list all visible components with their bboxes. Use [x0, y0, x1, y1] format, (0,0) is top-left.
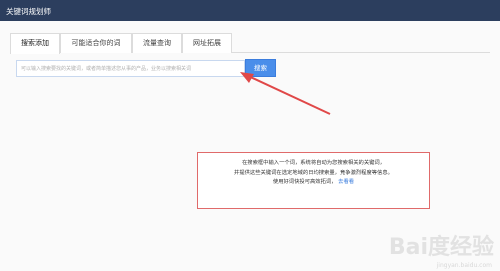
- watermark-text: Bai度经验: [388, 235, 494, 260]
- tab-suggested-words[interactable]: 可能适合你的词: [60, 33, 132, 53]
- see-more-link[interactable]: 去看看: [338, 179, 354, 185]
- tip-line-3: 使用好词快投可高效拓词， 去看看: [198, 178, 429, 188]
- keyword-search-input[interactable]: [16, 60, 245, 77]
- baidu-jingyan-watermark: Bai度经验 jingyan.baidu.com: [388, 229, 494, 269]
- tip-line-1: 在搜索框中输入一个词，系统将自动为您搜索相关的关键词，: [241, 160, 386, 166]
- tab-bar: 搜索添加 可能适合你的词 流量查询 网址拓展: [10, 33, 490, 54]
- tip-box: 在搜索框中输入一个词，系统将自动为您搜索相关的关键词， 并提供这些关键词在选定地…: [197, 152, 430, 209]
- tab-search-add[interactable]: 搜索添加: [10, 33, 60, 54]
- tip-line-3-text: 使用好词快投可高效拓词，: [272, 179, 337, 185]
- search-button[interactable]: 搜索: [245, 59, 276, 77]
- watermark-sub: jingyan.baidu.com: [436, 262, 492, 269]
- tip-line-2: 并提供这些关键词在选定地域的日均搜索量，竞争激烈程度等信息。: [234, 169, 393, 176]
- tab-traffic-query[interactable]: 流量查询: [132, 33, 182, 53]
- tab-url-expand[interactable]: 网址拓展: [182, 33, 232, 53]
- title-bar: 关键词规划师: [0, 0, 500, 21]
- window-title: 关键词规划师: [6, 7, 51, 16]
